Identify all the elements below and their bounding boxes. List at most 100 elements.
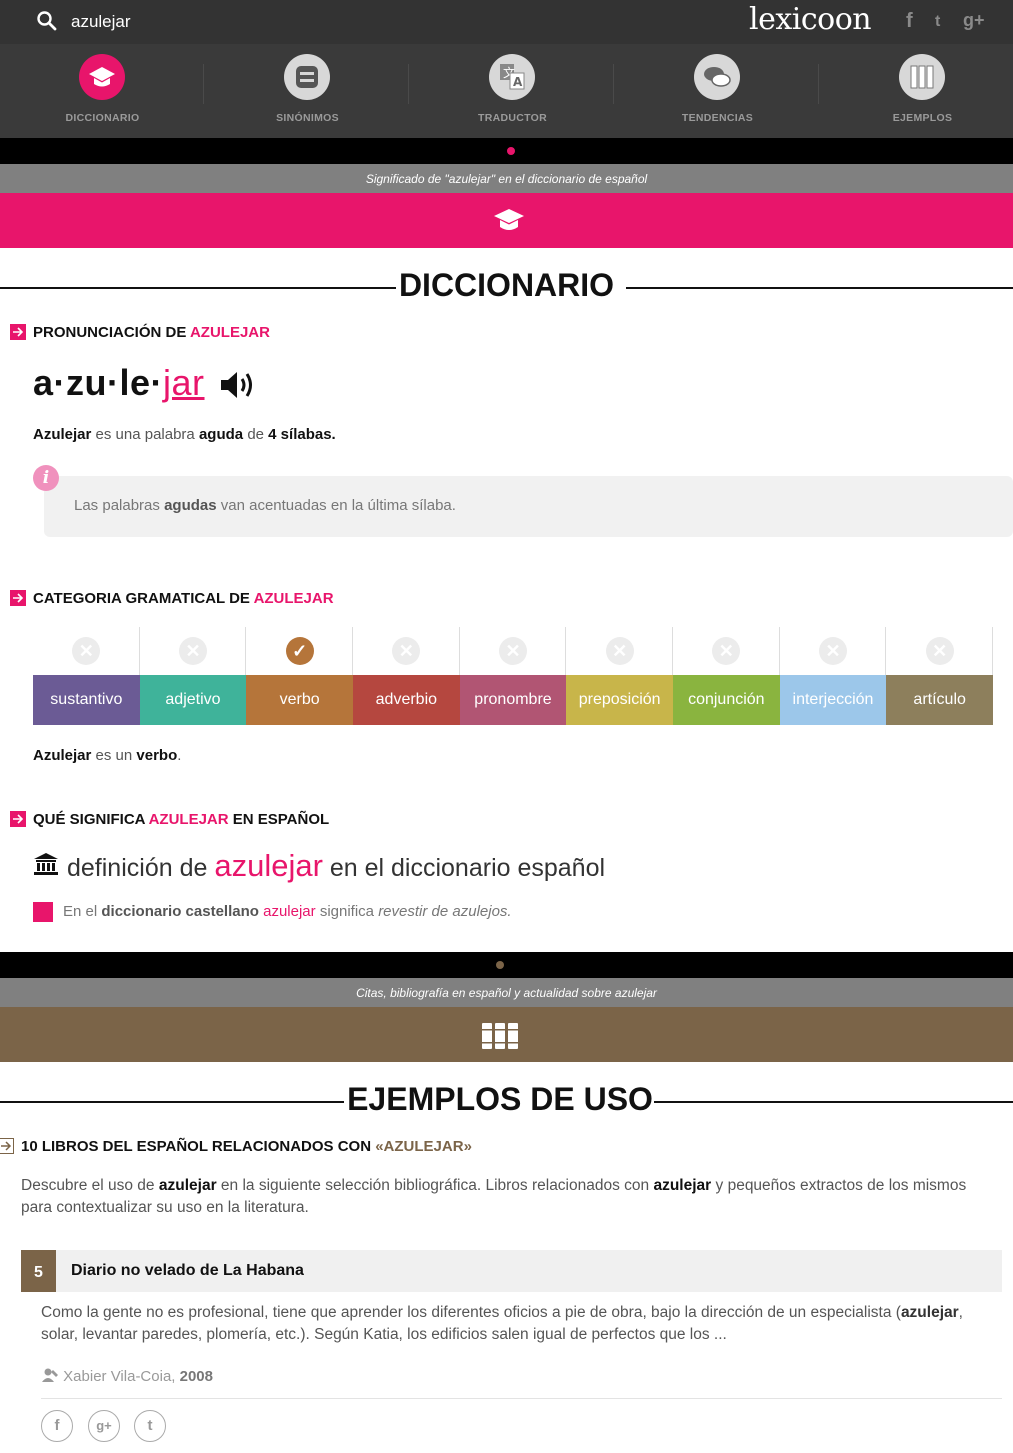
- category-mark: ✕: [460, 627, 567, 675]
- svg-text:A: A: [513, 75, 523, 89]
- category-4[interactable]: ✕ pronombre: [459, 627, 567, 725]
- category-mark: ✕: [673, 627, 780, 675]
- share-google-plus-icon[interactable]: g+: [88, 1410, 120, 1442]
- definition-text: En el diccionario castellano azulejar si…: [63, 903, 512, 920]
- books-icon: [899, 54, 945, 100]
- speaker-icon[interactable]: [218, 368, 258, 402]
- nav-item-traductor[interactable]: 文A TRADUCTOR: [410, 44, 615, 138]
- nav-item-tendencias[interactable]: TENDENCIAS: [615, 44, 820, 138]
- nav-divider: [408, 64, 409, 104]
- subheading-text: EN ESPAÑOL: [232, 811, 330, 828]
- graduation-cap-icon: [79, 54, 125, 100]
- category-0[interactable]: ✕ sustantivo: [33, 627, 140, 725]
- facebook-icon[interactable]: f: [906, 10, 913, 33]
- dictionary-band: [0, 193, 1013, 248]
- nav-item-sinonimos[interactable]: SINÓNIMOS: [205, 44, 410, 138]
- chat-bubbles-icon: [694, 54, 740, 100]
- arrow-bullet-icon: [10, 811, 26, 827]
- category-label: interjección: [779, 675, 887, 725]
- syllable-split: a·zu·le·jar: [33, 362, 205, 404]
- category-label: conjunción: [673, 675, 780, 725]
- text: de: [247, 426, 264, 443]
- section-indicator-bar: [0, 952, 1013, 978]
- book-excerpt: Como la gente no es profesional, tiene q…: [41, 1302, 991, 1346]
- category-mark: ✕: [353, 627, 460, 675]
- search-icon[interactable]: [36, 10, 58, 32]
- category-mark: ✕: [566, 627, 673, 675]
- text: Descubre el uso de: [21, 1177, 155, 1194]
- translate-icon: 文A: [489, 54, 535, 100]
- examples-band: [0, 1007, 1013, 1062]
- cross-icon: ✕: [818, 637, 847, 665]
- section-heading-ejemplos: EJEMPLOS DE USO: [0, 1081, 1013, 1121]
- category-1[interactable]: ✕ adjetivo: [139, 627, 247, 725]
- word[interactable]: azulejar: [263, 903, 316, 920]
- graduation-cap-icon: [494, 209, 524, 230]
- category-6[interactable]: ✕ conjunción: [673, 627, 780, 725]
- category-label: preposición: [566, 675, 673, 725]
- text: diccionario castellano: [101, 903, 259, 920]
- category-label: pronombre: [459, 675, 567, 725]
- section-subtitle: Citas, bibliografía en español y actuali…: [0, 978, 1013, 1008]
- info-icon: i: [33, 465, 59, 491]
- text: definición de: [67, 854, 208, 882]
- divider: [41, 1398, 1002, 1399]
- word: azulejar: [900, 1304, 959, 1321]
- check-icon: ✓: [285, 637, 314, 665]
- nav-item-ejemplos[interactable]: EJEMPLOS: [820, 44, 1013, 138]
- subheading-word: AZULEJAR: [189, 324, 270, 341]
- word: azulejar: [158, 1177, 217, 1194]
- text: En el: [63, 903, 98, 920]
- subheading-libros: 10 LIBROS DEL ESPAÑOL RELACIONADOS CON «…: [21, 1138, 472, 1155]
- cross-icon: ✕: [178, 637, 207, 665]
- subheading-text: QUÉ SIGNIFICA: [33, 811, 145, 828]
- category-8[interactable]: ✕ artículo: [886, 627, 993, 725]
- section-heading-text: DICCIONARIO: [398, 267, 615, 303]
- word: Azulejar: [33, 426, 92, 443]
- share-facebook-icon[interactable]: f: [41, 1410, 73, 1442]
- category-mark: ✕: [33, 627, 140, 675]
- category-3[interactable]: ✕ adverbio: [353, 627, 460, 725]
- text: Como la gente no es profesional, tiene q…: [41, 1304, 901, 1321]
- heading-rule: [654, 1101, 1013, 1103]
- book-item[interactable]: 5 Diario no velado de La Habana: [21, 1250, 1002, 1292]
- book-title[interactable]: Diario no velado de La Habana: [71, 1262, 304, 1280]
- category-2[interactable]: ✓ verbo: [246, 627, 353, 725]
- nav-label: SINÓNIMOS: [276, 112, 339, 124]
- word: Azulejar: [33, 747, 92, 764]
- subheading-categoria: CATEGORIA GRAMATICAL DE AZULEJAR: [33, 590, 334, 607]
- stressed-syllable: jar: [163, 362, 205, 403]
- text: Las palabras: [74, 497, 160, 514]
- cross-icon: ✕: [605, 637, 634, 665]
- cross-icon: ✕: [925, 637, 954, 665]
- google-plus-icon[interactable]: g+: [963, 10, 985, 31]
- nav-label: TRADUCTOR: [477, 112, 547, 124]
- subheading-pronunciacion: PRONUNCIACIÓN DE AZULEJAR: [33, 324, 270, 341]
- subheading-word: «AZULEJAR»: [375, 1138, 472, 1155]
- section-subtitle: Significado de "azulejar" en el dicciona…: [0, 164, 1013, 194]
- text: agudas: [164, 497, 217, 514]
- section-heading-text: EJEMPLOS DE USO: [347, 1081, 653, 1117]
- nav-divider: [818, 64, 819, 104]
- share-twitter-icon[interactable]: t: [134, 1410, 166, 1442]
- logo[interactable]: lexicoon: [749, 2, 872, 37]
- twitter-icon[interactable]: t: [935, 13, 940, 31]
- category-mark: ✓: [246, 627, 353, 675]
- author-icon: [42, 1368, 58, 1382]
- text: en el diccionario español: [329, 854, 606, 882]
- arrow-bullet-icon: [10, 324, 26, 340]
- section-indicator-bar: [0, 138, 1013, 164]
- cross-icon: ✕: [72, 637, 101, 665]
- cross-icon: ✕: [498, 637, 527, 665]
- subheading-significado: QUÉ SIGNIFICA AZULEJAR EN ESPAÑOL: [33, 811, 329, 828]
- category-7[interactable]: ✕ interjección: [779, 627, 887, 725]
- nav-item-diccionario[interactable]: DICCIONARIO: [0, 44, 205, 138]
- category-label: adjetivo: [139, 675, 247, 725]
- top-bar: azulejar lexicoon f t g+: [0, 0, 1013, 44]
- text: en la siguiente selección bibliográfica.…: [220, 1177, 650, 1194]
- search-input[interactable]: azulejar: [71, 12, 131, 32]
- category-5[interactable]: ✕ preposición: [566, 627, 673, 725]
- text: es un: [95, 747, 133, 764]
- nav-divider: [613, 64, 614, 104]
- subheading-text: CATEGORIA GRAMATICAL DE: [33, 590, 250, 607]
